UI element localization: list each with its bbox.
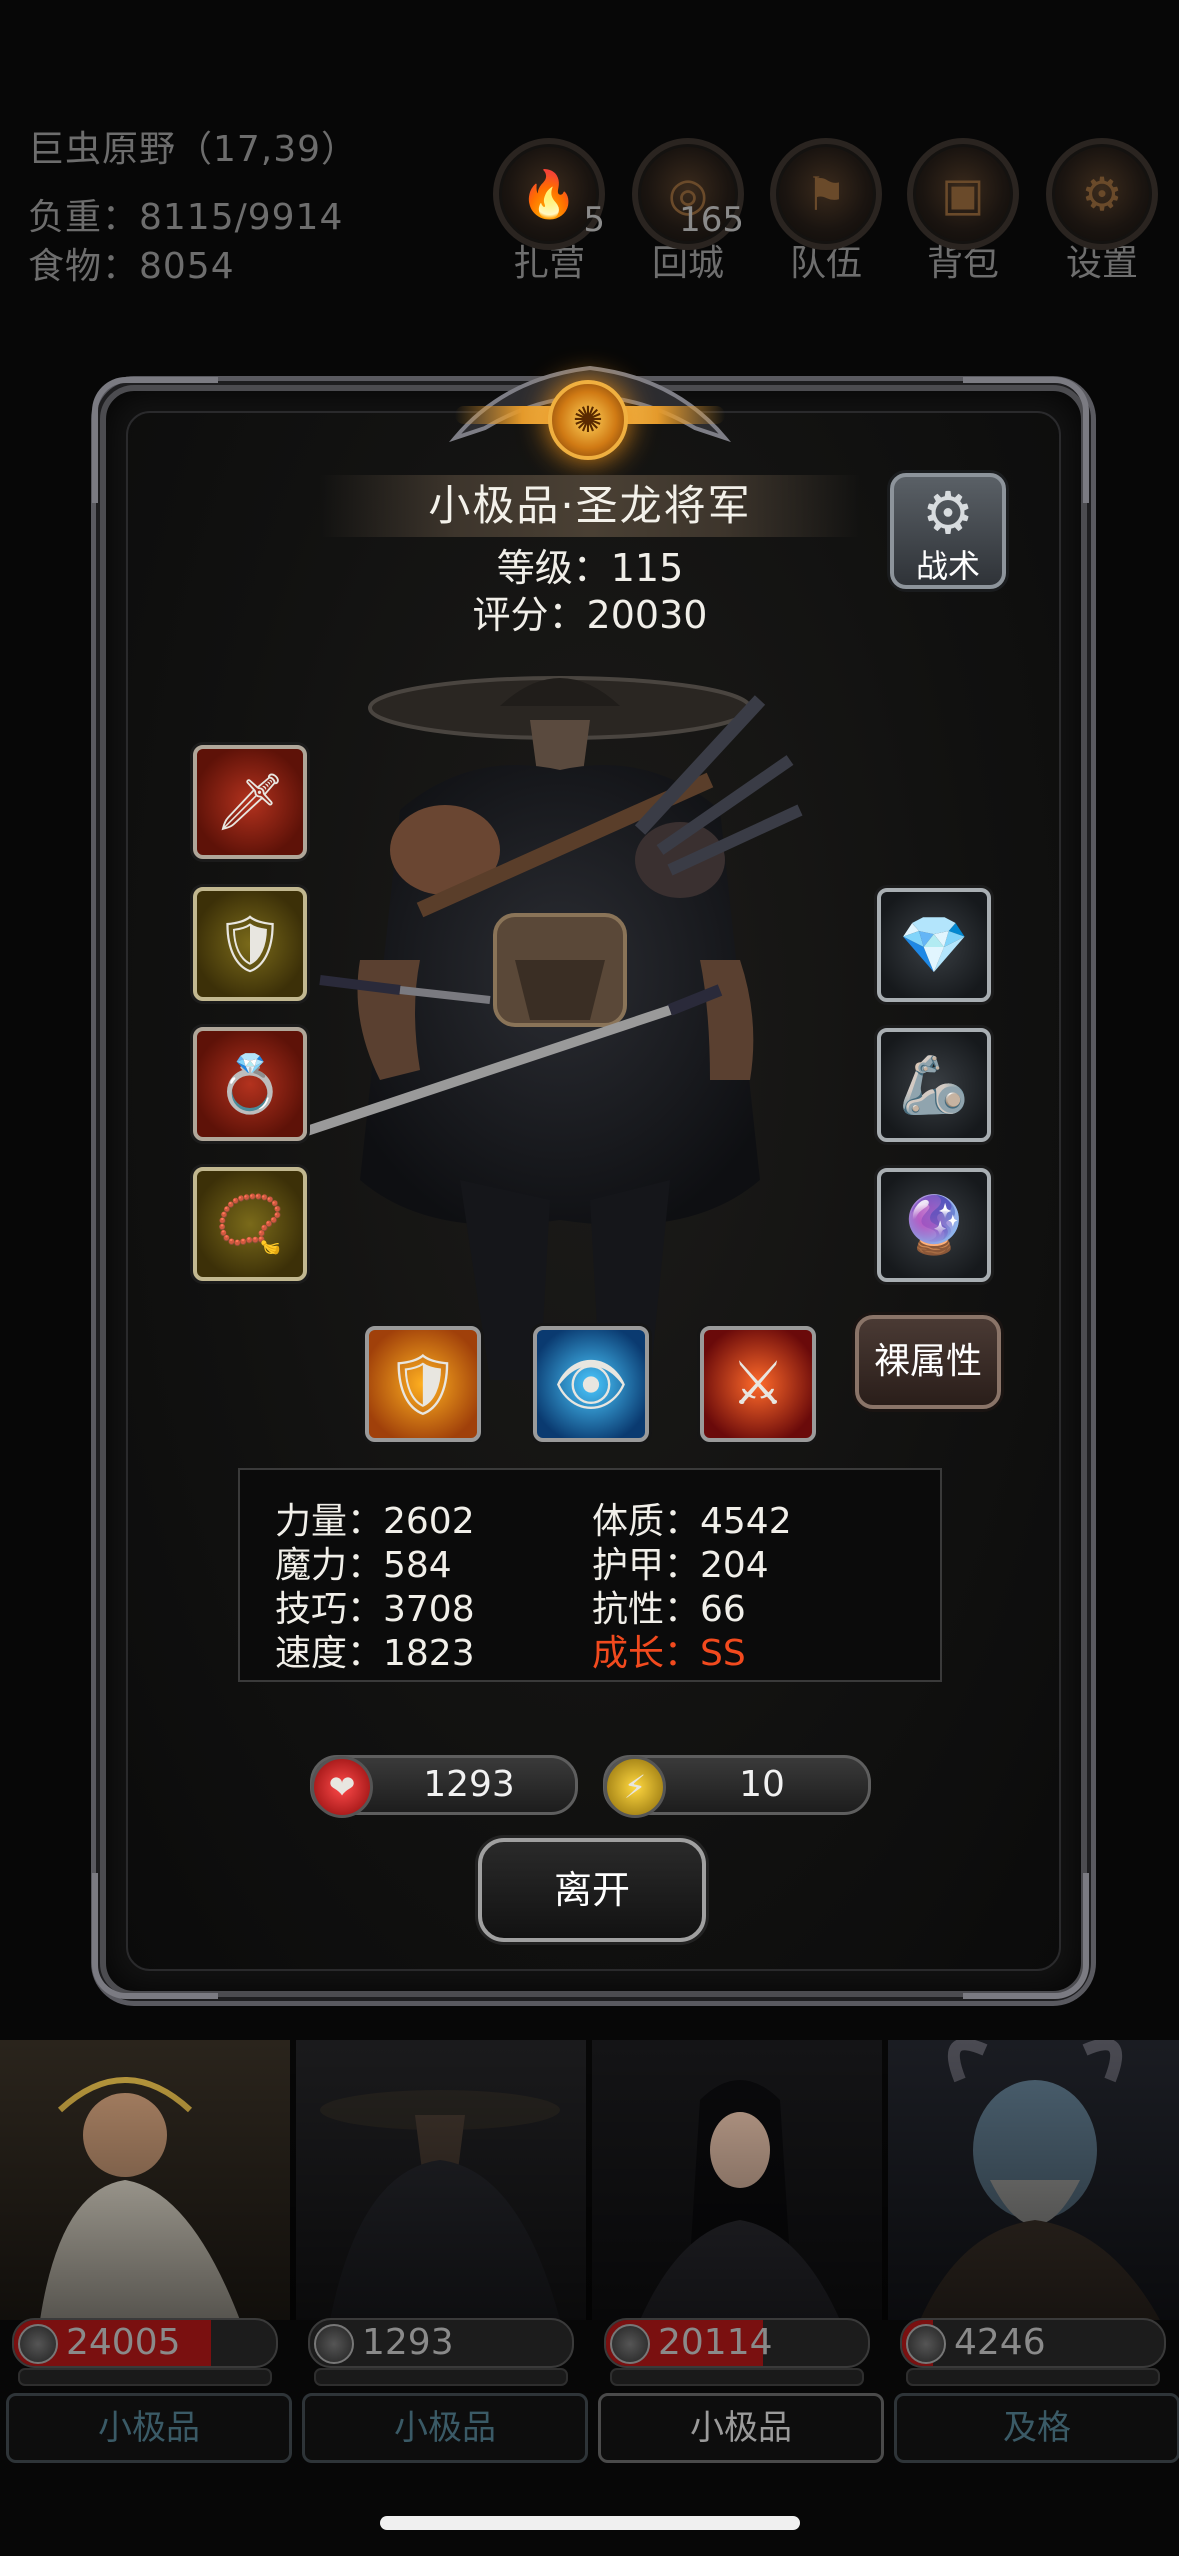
camp-button[interactable]: 🔥 5 扎营 — [493, 138, 605, 286]
bracer-slot[interactable]: 🦾 — [877, 1028, 991, 1142]
eye-skill-icon: 👁 — [552, 1349, 630, 1420]
ring-icon: 💍 — [215, 1052, 285, 1117]
gear-icon: ⚙ — [922, 479, 974, 547]
weapon-slot[interactable]: 🗡 — [193, 745, 307, 859]
team-icon: ⚑ — [770, 138, 882, 250]
settings-button[interactable]: ⚙ 设置 — [1046, 138, 1158, 286]
gem-slot[interactable]: 💎 — [877, 888, 991, 1002]
team-member-3-rank-button[interactable]: 小极品 — [598, 2393, 884, 2463]
team-member-4-rank-button[interactable]: 及格 — [894, 2393, 1179, 2463]
team-member-1-sub-bar — [18, 2368, 272, 2386]
crystal-icon: 🔮 — [899, 1193, 969, 1258]
team-member-3-hp: 20114 — [658, 2322, 773, 2363]
team-member-4-hp-bar: 4246 — [900, 2318, 1166, 2368]
return-city-button[interactable]: ◎ 165 回城 — [632, 138, 744, 286]
team-member-3-sub-bar — [610, 2368, 864, 2386]
tactics-label: 战术 — [915, 547, 980, 585]
location-text: 巨虫原野（17,39） — [28, 129, 359, 170]
team-member-4-sub-bar — [906, 2368, 1160, 2386]
frame-corner-top-left — [92, 377, 218, 503]
backpack-button[interactable]: ▣ 背包 — [907, 138, 1019, 286]
team-member-2-rank-button[interactable]: 小极品 — [302, 2393, 588, 2463]
frame-corner-bottom-left — [92, 1873, 218, 1999]
team-member-1-rank-button[interactable]: 小极品 — [6, 2393, 292, 2463]
camp-badge: 5 — [583, 200, 605, 240]
team-member-4-hp: 4246 — [954, 2322, 1046, 2363]
load-text: 负重：8115/9914 — [28, 197, 344, 238]
backpack-icon: ▣ — [907, 138, 1019, 250]
gear-icon: ⚙ — [1046, 138, 1158, 250]
slash-skill-icon: ⚔ — [731, 1349, 785, 1419]
amulet-icon: 📿 — [215, 1192, 285, 1257]
team-member-3-hp-bar: 20114 — [604, 2318, 870, 2368]
bare-stats-button[interactable]: 裸属性 — [855, 1315, 1001, 1409]
tactics-button[interactable]: ⚙ 战术 — [890, 473, 1006, 589]
team-member-2-hp-icon — [314, 2324, 354, 2364]
amulet-slot[interactable]: 📿 — [193, 1167, 307, 1281]
armor-icon: 🛡 — [214, 912, 286, 977]
armor-slot[interactable]: 🛡 — [193, 887, 307, 1001]
gem-stone-icon: 💎 — [899, 913, 969, 978]
team-portraits — [0, 2040, 1179, 2320]
team-member-1-hp-bar: 24005 — [12, 2318, 278, 2368]
leave-button[interactable]: 离开 — [478, 1838, 706, 1942]
team-member-2-sub-bar — [314, 2368, 568, 2386]
team-member-2-hp-bar: 1293 — [308, 2318, 574, 2368]
heart-icon: ❤ — [311, 1756, 373, 1818]
energy-value: 10 — [739, 1764, 785, 1805]
lightning-icon: ⚡ — [604, 1756, 666, 1818]
team-member-2-hp: 1293 — [362, 2322, 454, 2363]
ring-slot[interactable]: 💍 — [193, 1027, 307, 1141]
shield-skill-icon: 🛡 — [384, 1349, 462, 1420]
skill-slot-1[interactable]: 🛡 — [365, 1326, 481, 1442]
skill-slot-3[interactable]: ⚔ — [700, 1326, 816, 1442]
bracer-icon: 🦾 — [899, 1053, 969, 1118]
crystal-slot[interactable]: 🔮 — [877, 1168, 991, 1282]
hp-value: 1293 — [423, 1764, 515, 1805]
skill-slot-2[interactable]: 👁 — [533, 1326, 649, 1442]
sun-emblem-icon: ✺ — [548, 380, 628, 460]
portal-icon: ◎ 165 — [632, 138, 744, 250]
team-member-4-hp-icon — [906, 2324, 946, 2364]
team-button[interactable]: ⚑ 队伍 — [770, 138, 882, 286]
hero-name: 小极品·圣龙将军 — [320, 475, 860, 537]
frame-corner-bottom-right — [963, 1873, 1089, 1999]
energy-bar: ⚡ 10 — [603, 1755, 871, 1818]
return-city-badge: 165 — [679, 200, 744, 240]
food-text: 食物：8054 — [28, 246, 235, 287]
team-member-3-hp-icon — [610, 2324, 650, 2364]
stat-speed: 速度：1823 — [275, 1633, 475, 1674]
campfire-icon: 🔥 5 — [493, 138, 605, 250]
team-member-1-hp-icon — [18, 2324, 58, 2364]
hp-bar: ❤ 1293 — [310, 1755, 578, 1818]
home-indicator[interactable] — [380, 2516, 800, 2530]
hero-score: 评分：20030 — [472, 593, 708, 637]
dagger-icon: 🗡 — [214, 770, 286, 835]
team-member-1-hp: 24005 — [66, 2322, 181, 2363]
stat-growth: 成长：SS — [592, 1633, 746, 1674]
